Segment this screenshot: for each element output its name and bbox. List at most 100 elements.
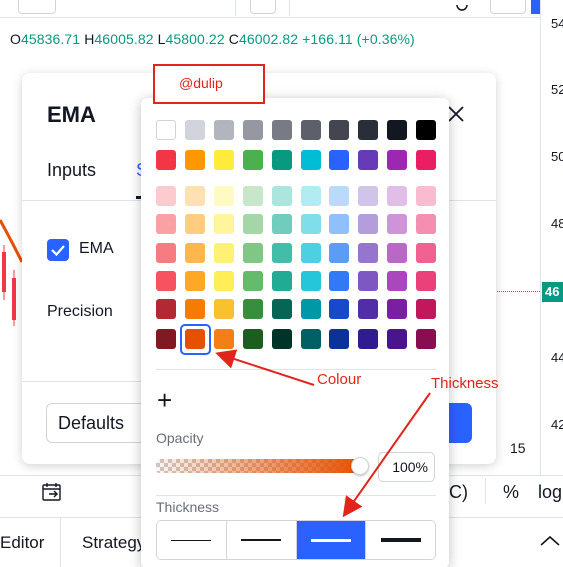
color-swatch[interactable] [243, 150, 263, 170]
toolbar-button[interactable] [18, 0, 56, 14]
color-swatch[interactable] [387, 150, 407, 170]
color-swatch[interactable] [214, 186, 234, 206]
color-swatch[interactable] [272, 271, 292, 291]
color-swatch[interactable] [301, 214, 321, 234]
publish-button[interactable] [490, 0, 526, 14]
color-swatch[interactable] [329, 214, 349, 234]
color-swatch[interactable] [243, 271, 263, 291]
compare-icon[interactable] [77, 0, 101, 14]
thickness-option[interactable] [296, 521, 367, 559]
color-swatch[interactable] [243, 329, 263, 349]
color-swatch[interactable] [301, 120, 321, 140]
color-swatch[interactable] [214, 271, 234, 291]
color-swatch[interactable] [387, 243, 407, 263]
color-swatch[interactable] [416, 243, 436, 263]
color-swatch[interactable] [329, 299, 349, 319]
color-swatch[interactable] [358, 271, 378, 291]
tab-pine-editor[interactable]: Editor [0, 533, 44, 553]
color-swatch[interactable] [301, 329, 321, 349]
add-custom-color-button[interactable]: + [157, 387, 172, 413]
color-swatch[interactable] [214, 120, 234, 140]
color-swatch[interactable] [156, 271, 176, 291]
color-swatch[interactable] [387, 271, 407, 291]
color-swatch[interactable] [301, 243, 321, 263]
color-swatch[interactable] [416, 150, 436, 170]
layout-button[interactable] [250, 0, 276, 14]
color-swatch[interactable] [301, 186, 321, 206]
color-swatch[interactable] [214, 299, 234, 319]
color-swatch[interactable] [243, 186, 263, 206]
timezone-label[interactable]: C) [449, 482, 468, 503]
color-swatch[interactable] [272, 299, 292, 319]
color-swatch[interactable] [387, 214, 407, 234]
date-range-icon[interactable] [41, 481, 65, 503]
color-swatch[interactable] [416, 120, 436, 140]
color-swatch[interactable] [272, 150, 292, 170]
color-swatch[interactable] [416, 214, 436, 234]
color-swatch[interactable] [329, 150, 349, 170]
color-swatch[interactable] [387, 186, 407, 206]
color-swatch[interactable] [185, 186, 205, 206]
color-swatch[interactable] [243, 120, 263, 140]
color-swatch[interactable] [387, 329, 407, 349]
color-swatch[interactable] [272, 243, 292, 263]
color-swatch[interactable] [185, 243, 205, 263]
color-swatch[interactable] [358, 186, 378, 206]
color-swatch[interactable] [387, 120, 407, 140]
color-swatch[interactable] [416, 186, 436, 206]
color-swatch[interactable] [185, 150, 205, 170]
log-toggle[interactable]: log [538, 482, 562, 503]
color-swatch[interactable] [416, 299, 436, 319]
color-swatch[interactable] [416, 271, 436, 291]
thickness-option[interactable] [226, 521, 297, 559]
color-swatch[interactable] [214, 150, 234, 170]
color-swatch[interactable] [358, 214, 378, 234]
color-swatch[interactable] [156, 243, 176, 263]
color-swatch[interactable] [243, 299, 263, 319]
color-swatch[interactable] [243, 243, 263, 263]
opacity-slider[interactable] [156, 459, 360, 473]
color-swatch[interactable] [387, 299, 407, 319]
color-swatch[interactable] [272, 120, 292, 140]
percent-toggle[interactable]: % [503, 482, 519, 503]
color-swatch[interactable] [214, 214, 234, 234]
color-swatch[interactable] [358, 150, 378, 170]
color-swatch[interactable] [156, 150, 176, 170]
color-swatch[interactable] [185, 214, 205, 234]
color-swatch[interactable] [156, 120, 176, 140]
color-swatch[interactable] [301, 299, 321, 319]
thickness-option[interactable] [157, 521, 227, 559]
thickness-option[interactable] [366, 521, 435, 559]
tab-inputs[interactable]: Inputs [47, 160, 96, 181]
color-swatch[interactable] [358, 299, 378, 319]
settings-icon[interactable] [452, 0, 472, 18]
opacity-slider-handle[interactable] [351, 457, 369, 475]
price-scale[interactable] [540, 0, 563, 475]
color-swatch[interactable] [156, 186, 176, 206]
color-swatch[interactable] [358, 329, 378, 349]
color-swatch[interactable] [214, 329, 234, 349]
color-swatch[interactable] [358, 243, 378, 263]
color-swatch[interactable] [358, 120, 378, 140]
color-swatch[interactable] [156, 214, 176, 234]
color-swatch[interactable] [156, 329, 176, 349]
color-swatch[interactable] [214, 243, 234, 263]
color-swatch[interactable] [416, 329, 436, 349]
color-swatch[interactable] [185, 299, 205, 319]
color-swatch[interactable] [272, 186, 292, 206]
color-swatch[interactable] [301, 150, 321, 170]
color-swatch[interactable] [301, 271, 321, 291]
chevron-up-icon[interactable] [538, 533, 562, 549]
color-swatch[interactable] [243, 214, 263, 234]
opacity-input[interactable]: 100% [378, 452, 435, 482]
color-swatch[interactable] [272, 329, 292, 349]
color-swatch[interactable] [272, 214, 292, 234]
color-swatch[interactable] [329, 271, 349, 291]
color-swatch[interactable] [329, 120, 349, 140]
color-swatch[interactable] [329, 186, 349, 206]
tab-strategy-tester[interactable]: Strategy [82, 533, 145, 553]
color-swatch[interactable] [185, 120, 205, 140]
color-swatch[interactable] [156, 299, 176, 319]
color-swatch[interactable] [329, 329, 349, 349]
color-swatch[interactable] [185, 271, 205, 291]
